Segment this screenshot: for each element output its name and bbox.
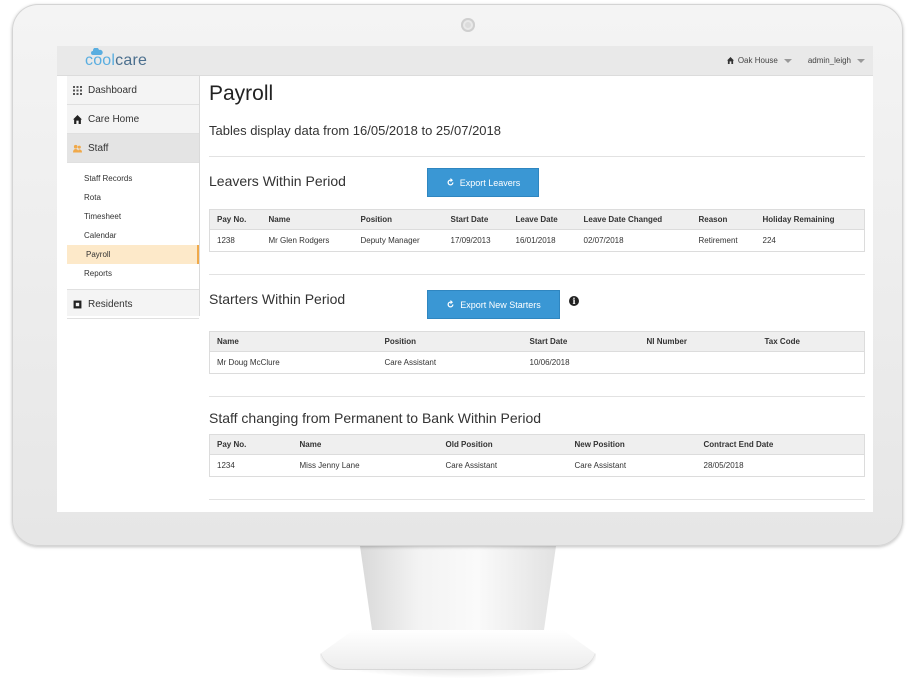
date-range-text: Tables display data from 16/05/2018 to 2… bbox=[209, 123, 501, 138]
sidebar-item-staff[interactable]: Staff bbox=[67, 134, 199, 163]
monitor-stand-neck bbox=[360, 546, 556, 642]
chevron-down-icon bbox=[857, 58, 865, 63]
chevron-down-icon bbox=[783, 58, 792, 63]
grid-icon bbox=[73, 85, 82, 95]
table-cell: 28/05/2018 bbox=[696, 454, 865, 477]
staff-submenu: Staff Records Rota Timesheet Calendar Pa… bbox=[67, 163, 199, 290]
column-header: NI Number bbox=[639, 331, 758, 352]
table-cell: Mr Doug McClure bbox=[209, 351, 378, 374]
home-icon bbox=[726, 57, 734, 64]
column-header: Name bbox=[209, 331, 378, 352]
divider bbox=[209, 499, 865, 500]
monitor-bezel: coolcare Oak House admin_leigh Dashboard bbox=[12, 4, 903, 546]
divider bbox=[209, 156, 865, 157]
table-header-row: Pay No. Name Old Position New Position C… bbox=[209, 434, 865, 455]
table-cell: 1238 bbox=[209, 229, 262, 252]
users-icon bbox=[73, 144, 82, 153]
divider bbox=[209, 274, 865, 275]
table-header-row: Name Position Start Date NI Number Tax C… bbox=[209, 331, 865, 352]
sidebar-item-label: Care Home bbox=[88, 113, 140, 125]
divider bbox=[209, 396, 865, 397]
export-new-starters-button[interactable]: Export New Starters bbox=[427, 290, 560, 319]
leavers-table: Pay No. Name Position Start Date Leave D… bbox=[209, 209, 865, 252]
sidebar-item-care-home[interactable]: Care Home bbox=[67, 105, 199, 134]
changes-title: Staff changing from Permanent to Bank Wi… bbox=[209, 410, 542, 426]
table-cell: 16/01/2018 bbox=[508, 229, 577, 252]
column-header: Start Date bbox=[443, 209, 509, 230]
column-header: Position bbox=[377, 331, 523, 352]
info-icon[interactable]: i bbox=[569, 296, 579, 306]
column-header: Leave Date bbox=[508, 209, 577, 230]
bed-icon bbox=[73, 300, 82, 308]
top-nav: Oak House admin_leigh bbox=[726, 56, 865, 65]
column-header: Pay No. bbox=[209, 434, 293, 455]
column-header: Reason bbox=[691, 209, 756, 230]
table-cell: Care Assistant bbox=[438, 454, 568, 477]
table-cell: Mr Glen Rodgers bbox=[261, 229, 354, 252]
leavers-title: Leavers Within Period bbox=[209, 173, 346, 189]
app-logo[interactable]: coolcare bbox=[85, 52, 147, 70]
refresh-icon bbox=[447, 300, 454, 308]
sidebar-item-label: Dashboard bbox=[88, 84, 137, 96]
page-title: Payroll bbox=[209, 82, 274, 105]
export-new-starters-label: Export New Starters bbox=[460, 299, 541, 310]
app-screen: coolcare Oak House admin_leigh Dashboard bbox=[57, 46, 873, 512]
table-cell: Retirement bbox=[691, 229, 756, 252]
table-header-row: Pay No. Name Position Start Date Leave D… bbox=[209, 209, 865, 230]
home-icon bbox=[73, 114, 82, 124]
column-header: Name bbox=[292, 434, 439, 455]
starters-title: Starters Within Period bbox=[209, 291, 346, 307]
column-header: Holiday Remaining bbox=[755, 209, 865, 230]
column-header: Contract End Date bbox=[696, 434, 865, 455]
monitor-stand-base bbox=[320, 630, 596, 670]
table-cell: Miss Jenny Lane bbox=[292, 454, 439, 477]
sidebar-item-dashboard[interactable]: Dashboard bbox=[67, 76, 199, 105]
table-cell bbox=[639, 351, 758, 374]
sidebar-item-staff-records[interactable]: Staff Records bbox=[67, 169, 199, 188]
table-cell: 224 bbox=[755, 229, 865, 252]
column-header: Position bbox=[353, 209, 444, 230]
table-cell: 17/09/2013 bbox=[443, 229, 509, 252]
location-selector[interactable]: Oak House bbox=[726, 56, 792, 65]
changes-table: Pay No. Name Old Position New Position C… bbox=[209, 434, 865, 477]
table-cell: Care Assistant bbox=[567, 454, 697, 477]
column-header: Leave Date Changed bbox=[576, 209, 692, 230]
user-menu[interactable]: admin_leigh bbox=[808, 56, 865, 65]
sidebar-item-label: Residents bbox=[88, 298, 133, 310]
column-header: Old Position bbox=[438, 434, 568, 455]
export-leavers-button[interactable]: Export Leavers bbox=[427, 168, 539, 197]
sidebar-item-timesheet[interactable]: Timesheet bbox=[67, 207, 199, 226]
table-cell: Care Assistant bbox=[377, 351, 523, 374]
table-cell: 10/06/2018 bbox=[522, 351, 640, 374]
table-cell: 1234 bbox=[209, 454, 293, 477]
sidebar-item-rota[interactable]: Rota bbox=[67, 188, 199, 207]
sidebar-item-reports[interactable]: Reports bbox=[67, 264, 199, 283]
column-header: Pay No. bbox=[209, 209, 262, 230]
sidebar-item-label: Staff bbox=[88, 142, 109, 154]
user-label: admin_leigh bbox=[807, 56, 851, 65]
sidebar-item-residents[interactable]: Residents bbox=[67, 290, 199, 319]
camera-icon bbox=[461, 18, 475, 32]
sidebar: Dashboard Care Home Staff Staff Records … bbox=[67, 76, 200, 319]
top-bar: coolcare Oak House admin_leigh bbox=[57, 46, 873, 76]
table-row[interactable]: 1238 Mr Glen Rodgers Deputy Manager 17/0… bbox=[209, 229, 865, 252]
table-row[interactable]: Mr Doug McClure Care Assistant 10/06/201… bbox=[209, 351, 865, 374]
table-row[interactable]: 1234 Miss Jenny Lane Care Assistant Care… bbox=[209, 454, 865, 477]
column-header: Tax Code bbox=[757, 331, 865, 352]
location-label: Oak House bbox=[737, 56, 778, 65]
table-cell: Deputy Manager bbox=[353, 229, 444, 252]
starters-table: Name Position Start Date NI Number Tax C… bbox=[209, 331, 865, 374]
refresh-icon bbox=[447, 178, 454, 186]
column-header: Start Date bbox=[522, 331, 640, 352]
export-leavers-label: Export Leavers bbox=[459, 177, 521, 188]
table-cell bbox=[757, 351, 865, 374]
column-header: Name bbox=[261, 209, 354, 230]
main-content: Payroll Tables display data from 16/05/2… bbox=[209, 76, 865, 512]
sidebar-item-calendar[interactable]: Calendar bbox=[67, 226, 199, 245]
sidebar-item-payroll[interactable]: Payroll bbox=[67, 245, 199, 264]
column-header: New Position bbox=[567, 434, 697, 455]
table-cell: 02/07/2018 bbox=[576, 229, 692, 252]
